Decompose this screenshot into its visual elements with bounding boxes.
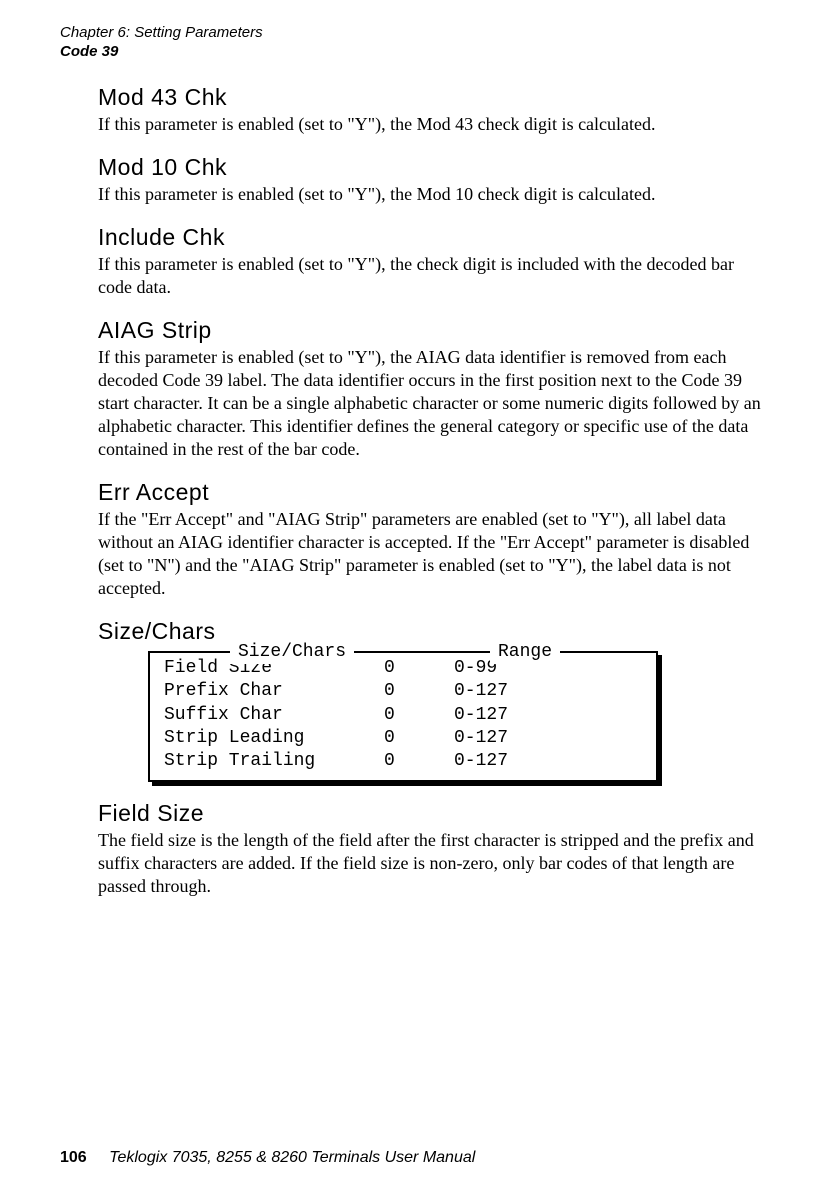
paragraph: If this parameter is enabled (set to "Y"… [98,183,767,206]
row-value: 0 [384,704,454,727]
page-header: Chapter 6: Setting Parameters Code 39 [60,24,767,62]
row-label: Strip Leading [164,727,384,750]
row-label: Prefix Char [164,680,384,703]
size-chars-box: Size/Chars Range Field Size 0 0-99 Prefi… [148,651,658,782]
row-value: 0 [384,680,454,703]
heading-err-accept: Err Accept [98,479,767,506]
row-label: Suffix Char [164,704,384,727]
table-row: Strip Trailing 0 0-127 [164,750,642,773]
paragraph: If this parameter is enabled (set to "Y"… [98,346,767,461]
row-range: 0-127 [454,727,642,750]
row-value: 0 [384,727,454,750]
chapter-label: Chapter 6: Setting Parameters [60,24,767,43]
size-chars-table: Size/Chars Range Field Size 0 0-99 Prefi… [148,651,658,782]
heading-aiag-strip: AIAG Strip [98,317,767,344]
page: Chapter 6: Setting Parameters Code 39 Mo… [0,0,827,1197]
heading-include-chk: Include Chk [98,224,767,251]
row-value: 0 [384,750,454,773]
paragraph: If this parameter is enabled (set to "Y"… [98,253,767,299]
heading-size-chars: Size/Chars [98,618,767,645]
heading-mod10: Mod 10 Chk [98,154,767,181]
paragraph: If this parameter is enabled (set to "Y"… [98,113,767,136]
legend-range: Range [490,641,560,664]
heading-mod43: Mod 43 Chk [98,84,767,111]
legend-size-chars: Size/Chars [230,641,354,664]
paragraph: The field size is the length of the fiel… [98,829,767,898]
manual-title: Teklogix 7035, 8255 & 8260 Terminals Use… [109,1149,475,1166]
row-label: Strip Trailing [164,750,384,773]
table-row: Prefix Char 0 0-127 [164,680,642,703]
page-footer: 106 Teklogix 7035, 8255 & 8260 Terminals… [60,1149,475,1167]
table-row: Suffix Char 0 0-127 [164,704,642,727]
content-body: Mod 43 Chk If this parameter is enabled … [60,84,767,898]
page-number: 106 [60,1149,87,1166]
table-row: Strip Leading 0 0-127 [164,727,642,750]
heading-field-size: Field Size [98,800,767,827]
row-value: 0 [384,657,454,680]
row-range: 0-127 [454,750,642,773]
row-range: 0-127 [454,680,642,703]
row-range: 0-127 [454,704,642,727]
section-label: Code 39 [60,43,767,62]
paragraph: If the "Err Accept" and "AIAG Strip" par… [98,508,767,600]
